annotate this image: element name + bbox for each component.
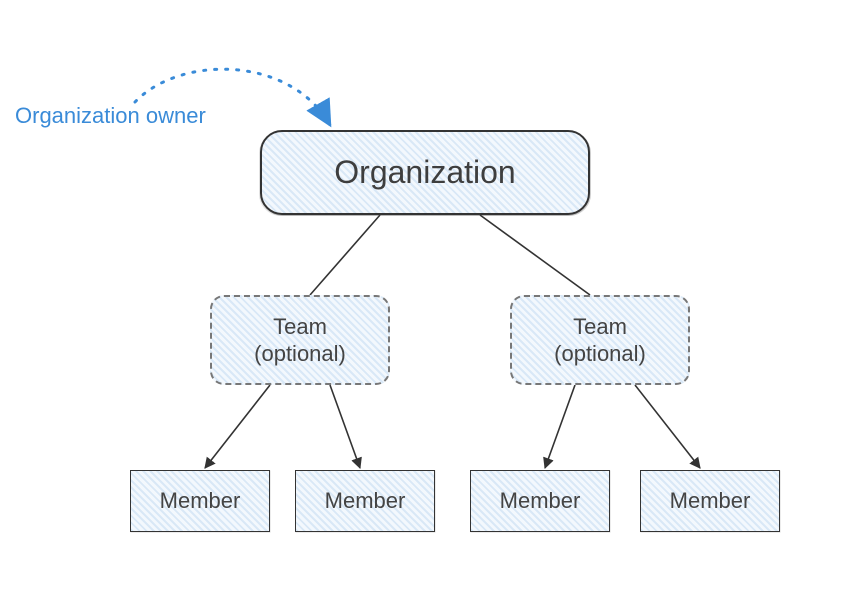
node-label: Organization	[334, 154, 515, 191]
node-member-2: Member	[295, 470, 435, 532]
edge-org-to-team-left	[310, 215, 380, 295]
edge-team-right-to-member-4	[635, 385, 700, 468]
node-label: Team (optional)	[254, 313, 346, 368]
node-label: Member	[325, 488, 406, 514]
node-member-3: Member	[470, 470, 610, 532]
node-label: Member	[160, 488, 241, 514]
node-team-left: Team (optional)	[210, 295, 390, 385]
edge-team-left-to-member-2	[330, 385, 360, 468]
node-label: Member	[500, 488, 581, 514]
node-label: Team (optional)	[554, 313, 646, 368]
edge-team-left-to-member-1	[205, 385, 270, 468]
annotation-label: Organization owner	[15, 103, 206, 128]
node-member-1: Member	[130, 470, 270, 532]
node-organization: Organization	[260, 130, 590, 215]
annotation-organization-owner: Organization owner	[15, 103, 206, 129]
edge-team-right-to-member-3	[545, 385, 575, 468]
node-team-right: Team (optional)	[510, 295, 690, 385]
node-member-4: Member	[640, 470, 780, 532]
edge-org-to-team-right	[480, 215, 590, 295]
diagram-stage: Organization owner Organization Team (op…	[0, 0, 868, 597]
node-label: Member	[670, 488, 751, 514]
